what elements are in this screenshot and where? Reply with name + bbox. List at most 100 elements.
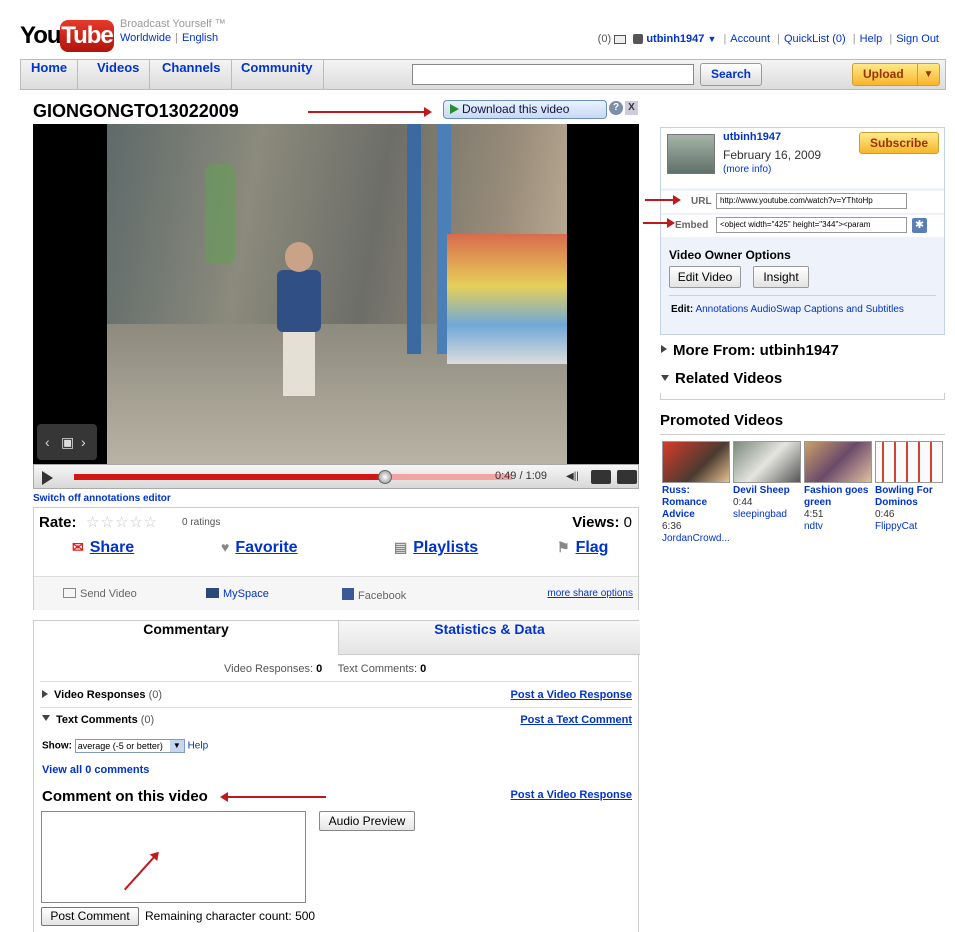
chevron-down-icon[interactable]: ▼ [917, 64, 939, 85]
language-link[interactable]: English [182, 32, 218, 44]
promoted-user[interactable]: sleepingbad [733, 509, 801, 521]
favorite-button[interactable]: ♥ Favorite [221, 539, 298, 557]
collapse-icon [661, 375, 669, 381]
upload-button[interactable]: Upload ▼ [852, 63, 940, 86]
ratings-count: 0 ratings [182, 517, 221, 528]
search-input[interactable] [412, 64, 694, 85]
promoted-user[interactable]: FlippyCat [875, 521, 943, 533]
edit-video-button[interactable]: Edit Video [669, 266, 741, 288]
myspace-link[interactable]: MySpace [206, 588, 269, 600]
video-thumbnail[interactable] [875, 441, 943, 483]
add-annotation-icon[interactable]: ▣ [61, 434, 74, 451]
annotation-arrow [645, 195, 681, 205]
collapse-icon [42, 715, 50, 721]
logo-tube-text: Tube [60, 20, 114, 52]
mail-icon[interactable] [614, 34, 627, 44]
region-link[interactable]: Worldwide [120, 32, 171, 44]
fullscreen-icon[interactable] [617, 470, 637, 484]
share-button[interactable]: ✉ Share [72, 539, 134, 557]
tab-channels[interactable]: Channels [152, 60, 232, 89]
audio-preview-button[interactable]: Audio Preview [319, 811, 415, 831]
flag-button[interactable]: ⚑ Flag [557, 539, 608, 557]
promoted-title[interactable]: Fashion goes green [804, 485, 872, 509]
promoted-user[interactable]: JordanCrowd... [662, 533, 730, 545]
facebook-link[interactable]: Facebook [342, 588, 406, 602]
seek-bar[interactable] [74, 470, 512, 484]
tab-home[interactable]: Home [21, 60, 79, 89]
rating-row: Rate: ☆☆☆☆☆ 0 ratings Views: 0 [34, 508, 638, 532]
video-thumbnail[interactable] [804, 441, 872, 483]
tab-statistics[interactable]: Statistics & Data [338, 621, 640, 655]
owner-name-link[interactable]: utbinh1947 [723, 131, 781, 143]
promoted-video[interactable]: Devil Sheep 0:44 sleepingbad [733, 441, 801, 521]
subscribe-button[interactable]: Subscribe [859, 132, 939, 154]
youtube-logo[interactable]: You Tube [20, 20, 114, 54]
playlists-button[interactable]: ▤ Playlists [394, 539, 478, 557]
resize-icon[interactable] [591, 470, 611, 484]
related-videos-toggle[interactable]: Related Videos [661, 370, 782, 387]
promoted-video[interactable]: Bowling For Dominos 0:46 FlippyCat [875, 441, 943, 533]
video-thumbnail[interactable] [733, 441, 801, 483]
quicklist-icon[interactable] [633, 34, 644, 45]
annotation-arrow [643, 218, 675, 228]
promoted-duration: 4:51 [804, 509, 824, 520]
rating-stars[interactable]: ☆☆☆☆☆ [86, 513, 158, 531]
comment-filter-select[interactable]: average (-5 or better) ▼ [74, 739, 185, 753]
volume-icon[interactable]: ◀|| [566, 471, 584, 483]
myspace-icon [206, 588, 219, 598]
playlist-icon: ▤ [394, 539, 408, 555]
video-responses-toggle[interactable]: Video Responses (0) [42, 689, 162, 701]
comment-textarea[interactable] [41, 811, 306, 903]
chevron-right-icon[interactable]: › [81, 434, 86, 450]
edit-links[interactable]: Edit: Annotations AudioSwap Captions and… [671, 304, 931, 316]
search-button[interactable]: Search [700, 63, 762, 86]
play-icon[interactable] [42, 471, 53, 485]
video-player[interactable]: ‹ ▣ › [33, 124, 639, 464]
insight-button[interactable]: Insight [753, 266, 809, 288]
filter-help-link[interactable]: Help [188, 741, 209, 752]
chevron-down-icon[interactable]: ▼ [707, 34, 716, 44]
url-label: URL [691, 196, 712, 207]
username-menu[interactable]: utbinh1947 [646, 33, 704, 45]
embed-field[interactable]: <object width="425" height="344"><param [716, 217, 907, 233]
rate-label: Rate: [39, 514, 77, 531]
post-video-response-link[interactable]: Post a Video Response [511, 689, 632, 701]
help-link[interactable]: Help [860, 33, 883, 45]
view-all-comments-link[interactable]: View all 0 comments [42, 764, 149, 776]
promoted-title[interactable]: Russ: Romance Advice [662, 485, 730, 521]
promoted-title[interactable]: Devil Sheep [733, 485, 801, 497]
promoted-user[interactable]: ndtv [804, 521, 872, 533]
quicklist-link[interactable]: QuickList (0) [784, 33, 846, 45]
account-link[interactable]: Account [730, 33, 770, 45]
post-text-comment-link[interactable]: Post a Text Comment [520, 714, 632, 726]
sign-out-link[interactable]: Sign Out [896, 33, 939, 45]
views-count: Views: 0 [572, 514, 632, 531]
seek-progress [74, 474, 385, 480]
video-thumbnail[interactable] [662, 441, 730, 483]
text-comments-toggle[interactable]: Text Comments (0) [42, 714, 154, 726]
download-video-button[interactable]: Download this video [443, 100, 607, 119]
url-field[interactable]: http://www.youtube.com/watch?v=YThtoHp [716, 193, 907, 209]
annotation-nav[interactable]: ‹ ▣ › [37, 424, 97, 460]
chevron-left-icon[interactable]: ‹ [45, 434, 50, 450]
tab-videos[interactable]: Videos [87, 60, 151, 89]
close-icon[interactable]: X [625, 101, 638, 115]
share-row: Send Video MySpace Facebook more share o… [34, 576, 638, 610]
help-icon[interactable]: ? [609, 101, 623, 115]
facebook-icon [342, 588, 354, 600]
more-info-link[interactable]: (more info) [723, 164, 771, 175]
post-comment-button[interactable]: Post Comment [41, 907, 139, 926]
more-from-toggle[interactable]: More From: utbinh1947 [661, 342, 839, 359]
tab-commentary[interactable]: Commentary [34, 621, 338, 655]
tab-community[interactable]: Community [231, 60, 324, 89]
annotations-editor-link[interactable]: Switch off annotations editor [33, 493, 171, 504]
seek-handle[interactable] [377, 470, 392, 484]
promoted-video[interactable]: Fashion goes green 4:51 ndtv [804, 441, 872, 533]
send-video-link[interactable]: Send Video [63, 588, 137, 600]
more-share-options-link[interactable]: more share options [547, 588, 633, 599]
owner-avatar[interactable] [667, 134, 715, 174]
promoted-video[interactable]: Russ: Romance Advice 6:36 JordanCrowd... [662, 441, 730, 545]
gear-icon[interactable]: ✱ [912, 218, 927, 233]
post-video-response-link-2[interactable]: Post a Video Response [511, 789, 632, 801]
promoted-title[interactable]: Bowling For Dominos [875, 485, 943, 509]
